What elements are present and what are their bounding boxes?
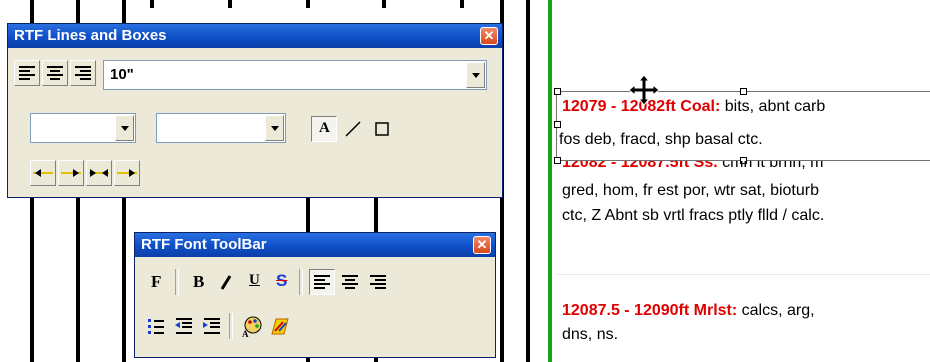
strikethrough-button[interactable]: S [269, 269, 295, 295]
entry-clip: 12082 - 12087.5ft Ss. cmn it brnn, m [556, 161, 930, 175]
line-end-left-button[interactable] [30, 160, 56, 186]
line-tool-button[interactable] [340, 116, 366, 142]
entry-line: fos deb, fracd, shp basal ctc. [559, 131, 763, 148]
line-end-none-button[interactable] [114, 160, 140, 186]
lines-boxes-titlebar[interactable]: RTF Lines and Boxes ✕ [8, 24, 502, 48]
indent-icon [203, 318, 220, 334]
align-center-button[interactable] [42, 60, 68, 86]
move-cursor-icon [628, 74, 660, 106]
divider [556, 274, 930, 275]
close-icon[interactable]: ✕ [480, 27, 498, 45]
box-tool-icon [375, 122, 389, 136]
line-style-combo[interactable] [30, 113, 136, 143]
align-center-icon [47, 66, 63, 80]
line-end-both-button[interactable] [86, 160, 112, 186]
chevron-down-icon[interactable] [466, 62, 485, 88]
box-tool-button[interactable] [369, 116, 395, 142]
font-button[interactable]: F [143, 269, 169, 295]
align-right-icon [370, 275, 386, 289]
italic-icon [220, 275, 232, 290]
track-tick [306, 0, 310, 8]
entry-line: dns, ns. [562, 326, 619, 343]
highlight-button[interactable] [267, 313, 293, 339]
entry-line: gred, hom, fr est por, wtr sat, bioturb [562, 182, 819, 199]
resize-handle[interactable] [554, 88, 561, 95]
lines-boxes-title: RTF Lines and Boxes [14, 27, 167, 44]
text-box-button[interactable]: A [311, 116, 337, 142]
align-left-icon [314, 275, 330, 289]
svg-text:A: A [242, 329, 249, 338]
font-toolbar-title: RTF Font ToolBar [141, 236, 267, 253]
arrow-left-icon [33, 169, 53, 177]
close-icon[interactable]: ✕ [473, 236, 491, 254]
palette-icon: A [242, 316, 262, 339]
outdent-icon [175, 318, 192, 334]
bullets-button[interactable] [143, 313, 169, 339]
align-right-icon [75, 66, 91, 80]
highlighter-icon [271, 318, 289, 335]
lines-boxes-window: RTF Lines and Boxes ✕ 10" A [7, 23, 503, 198]
entry-line: 12079 - 12082ft Coal: bits, abnt carb [562, 98, 826, 115]
track-tick [382, 0, 386, 8]
align-center-icon [342, 275, 358, 289]
text-box-icon: A [319, 120, 330, 136]
font-align-center-button[interactable] [337, 269, 363, 295]
resize-handle[interactable] [740, 88, 747, 95]
entry-line: 12087.5 - 12090ft Mrlst: calcs, arg, [562, 302, 815, 319]
arrow-none-icon [117, 169, 137, 177]
entry-line: ctc, Z Abnt sb vrtl fracs ptly flld / ca… [562, 207, 825, 224]
increase-indent-button[interactable] [199, 313, 225, 339]
font-color-button[interactable]: A [239, 313, 265, 339]
entry-line: 12082 - 12087.5ft Ss. cmn it brnn, m [562, 161, 824, 171]
font-align-left-button[interactable] [309, 269, 335, 295]
track-divider [548, 0, 552, 362]
font-align-right-button[interactable] [365, 269, 391, 295]
font-toolbar-titlebar[interactable]: RTF Font ToolBar ✕ [135, 233, 495, 257]
track-tick [228, 0, 232, 8]
resize-handle[interactable] [554, 121, 561, 128]
separator [299, 269, 303, 295]
italic-button[interactable] [213, 269, 239, 295]
arrow-both-icon [89, 169, 109, 177]
align-right-button[interactable] [70, 60, 96, 86]
chevron-down-icon[interactable] [115, 115, 134, 141]
bold-icon: B [193, 272, 205, 291]
align-left-icon [19, 66, 35, 80]
decrease-indent-button[interactable] [171, 313, 197, 339]
bullet-list-icon [148, 319, 164, 334]
track-tick [150, 0, 154, 8]
line-color-combo[interactable] [156, 113, 286, 143]
font-icon: F [151, 272, 162, 291]
arrow-right-icon [61, 169, 81, 177]
chevron-down-icon[interactable] [265, 115, 284, 141]
font-toolbar-window: RTF Font ToolBar ✕ F B U S A [134, 232, 496, 358]
strikethrough-icon: S [276, 271, 288, 290]
line-tool-icon [345, 121, 361, 137]
align-left-button[interactable] [14, 60, 40, 86]
underline-button[interactable]: U [241, 269, 267, 295]
underline-icon: U [249, 272, 260, 288]
size-value: 10" [110, 66, 134, 83]
line-end-right-button[interactable] [58, 160, 84, 186]
track-line [526, 0, 530, 362]
size-combo[interactable]: 10" [103, 60, 487, 90]
separator [229, 313, 233, 339]
bold-button[interactable]: B [185, 269, 211, 295]
track-tick [460, 0, 464, 8]
separator [175, 269, 179, 295]
